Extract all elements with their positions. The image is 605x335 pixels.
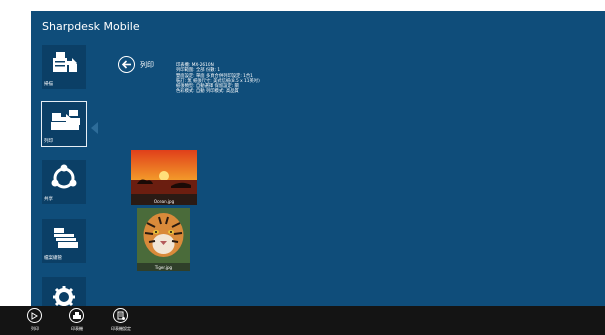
print-icon — [51, 110, 80, 130]
setting-line: 色彩模式: 自動 列印模式: 高品質 — [176, 89, 239, 95]
ocean-image — [131, 150, 197, 205]
nav-file-manager[interactable]: 檔案總管 — [41, 218, 87, 264]
printer-settings-button-circle — [113, 308, 128, 323]
nav-scan[interactable]: 掃描 — [41, 44, 87, 90]
app-window: Sharpdesk Mobile 掃描 列印 共享 檔案總管 列印 印表機: M… — [31, 11, 605, 335]
arrow-left-icon — [121, 60, 131, 69]
file-name: Tiger.jpg — [154, 265, 173, 270]
print-settings-summary: 印表機: MX-2610N 列印範圍: 全部 份數: 1 雙面設定: 單面 多頁… — [176, 63, 260, 95]
nav-share[interactable]: 共享 — [41, 159, 87, 205]
app-title: Sharpdesk Mobile — [42, 20, 140, 33]
print-button-label: 列印 — [31, 326, 39, 331]
nav-label-file-manager: 檔案總管 — [44, 256, 62, 261]
printer-button[interactable]: 印表機 — [59, 308, 95, 335]
printer-button-circle — [69, 308, 84, 323]
printer-settings-button-label: 印表機設定 — [111, 326, 131, 331]
file-thumbnail[interactable]: Ocean.jpg — [131, 150, 197, 205]
print-button-circle — [27, 308, 42, 323]
printer-settings-button[interactable]: 印表機設定 — [103, 308, 139, 335]
nav-print[interactable]: 列印 — [41, 101, 87, 147]
share-icon — [51, 164, 77, 189]
printer-button-label: 印表機 — [71, 326, 83, 331]
printer-icon — [73, 312, 81, 319]
page-title: 列印 — [140, 61, 154, 69]
back-button[interactable] — [118, 56, 135, 73]
nav-label-print: 列印 — [44, 139, 53, 144]
scan-icon — [53, 52, 77, 72]
print-button[interactable]: 列印 — [17, 308, 53, 335]
file-manager-icon — [54, 228, 78, 248]
nav-label-share: 共享 — [44, 197, 53, 202]
printer-settings-icon — [117, 311, 125, 320]
app-bar: 列印 印表機 印表機設定 — [0, 306, 605, 335]
file-thumbnail[interactable]: Tiger.jpg — [137, 208, 190, 271]
tiger-image — [137, 208, 190, 271]
active-nav-pointer — [91, 122, 98, 134]
file-name: Ocean.jpg — [153, 199, 175, 204]
nav-label-scan: 掃描 — [44, 82, 53, 87]
print-action-icon — [31, 312, 38, 320]
